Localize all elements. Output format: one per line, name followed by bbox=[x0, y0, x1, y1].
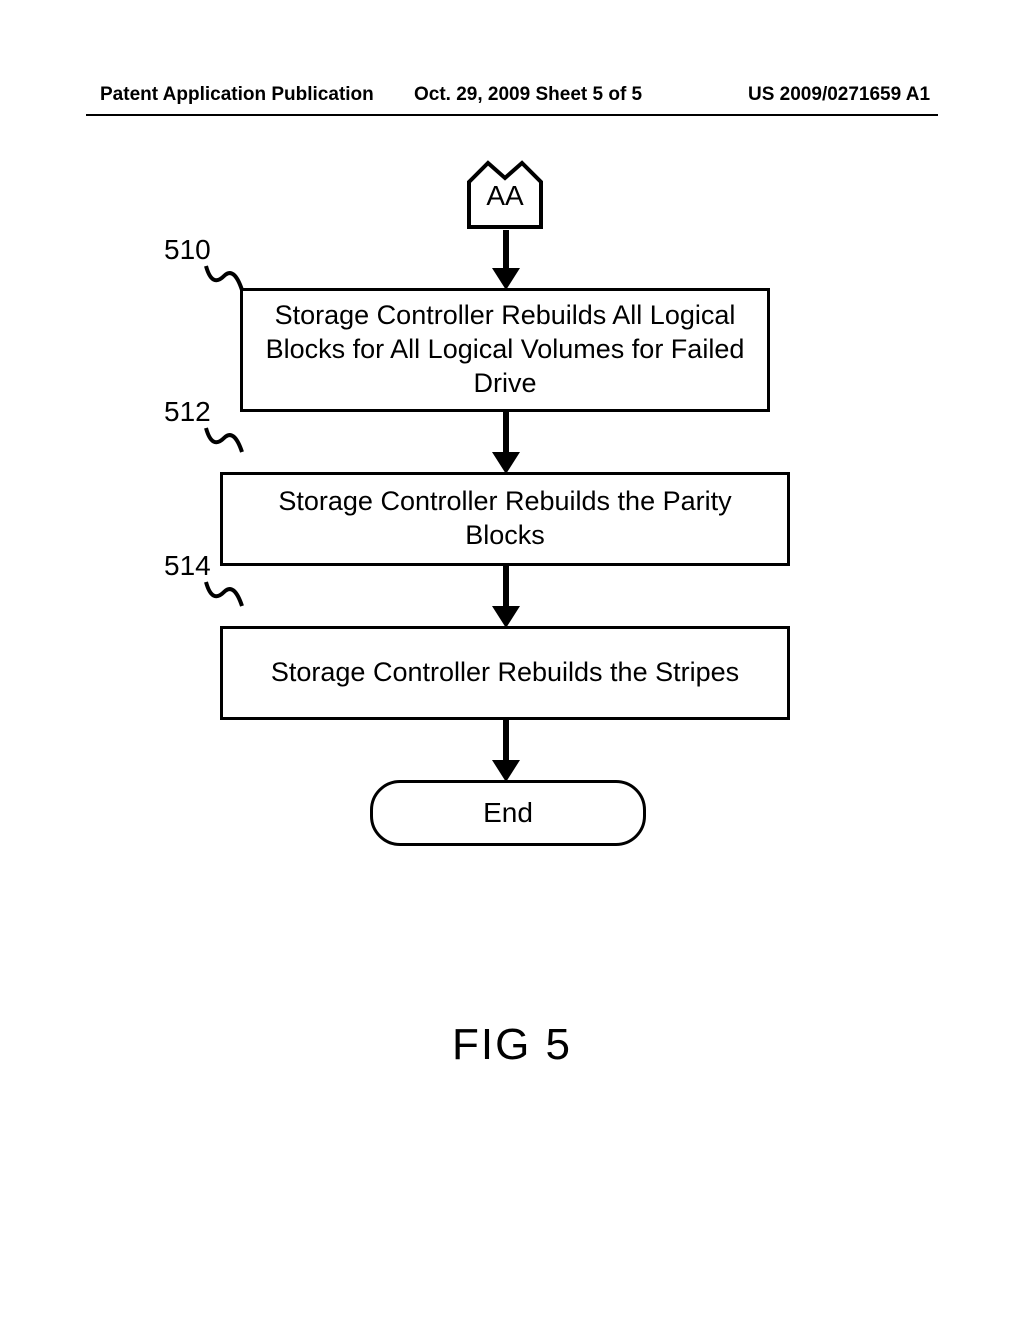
process-box-510: Storage Controller Rebuilds All Logical … bbox=[240, 288, 770, 412]
terminator-end: End bbox=[370, 780, 646, 846]
connector-aa: AA bbox=[466, 160, 544, 230]
page: Patent Application Publication Oct. 29, … bbox=[0, 0, 1024, 1320]
header-divider bbox=[86, 114, 938, 116]
callout-curl-icon bbox=[204, 264, 244, 294]
callout-curl-icon bbox=[204, 580, 244, 610]
header-left: Patent Application Publication bbox=[100, 84, 374, 106]
header-right: US 2009/0271659 A1 bbox=[748, 84, 930, 106]
step-label-510: 510 bbox=[164, 234, 211, 266]
callout-curl-icon bbox=[204, 426, 244, 456]
header-center: Oct. 29, 2009 Sheet 5 of 5 bbox=[414, 84, 642, 106]
process-text: Storage Controller Rebuilds All Logical … bbox=[259, 299, 751, 400]
terminator-label: End bbox=[483, 797, 533, 829]
process-text: Storage Controller Rebuilds the Stripes bbox=[271, 656, 739, 690]
process-text: Storage Controller Rebuilds the Parity B… bbox=[239, 485, 771, 553]
figure-label: FIG 5 bbox=[0, 1020, 1024, 1070]
step-label-514: 514 bbox=[164, 550, 211, 582]
step-label-512: 512 bbox=[164, 396, 211, 428]
process-box-514: Storage Controller Rebuilds the Stripes bbox=[220, 626, 790, 720]
connector-label: AA bbox=[466, 180, 544, 212]
process-box-512: Storage Controller Rebuilds the Parity B… bbox=[220, 472, 790, 566]
